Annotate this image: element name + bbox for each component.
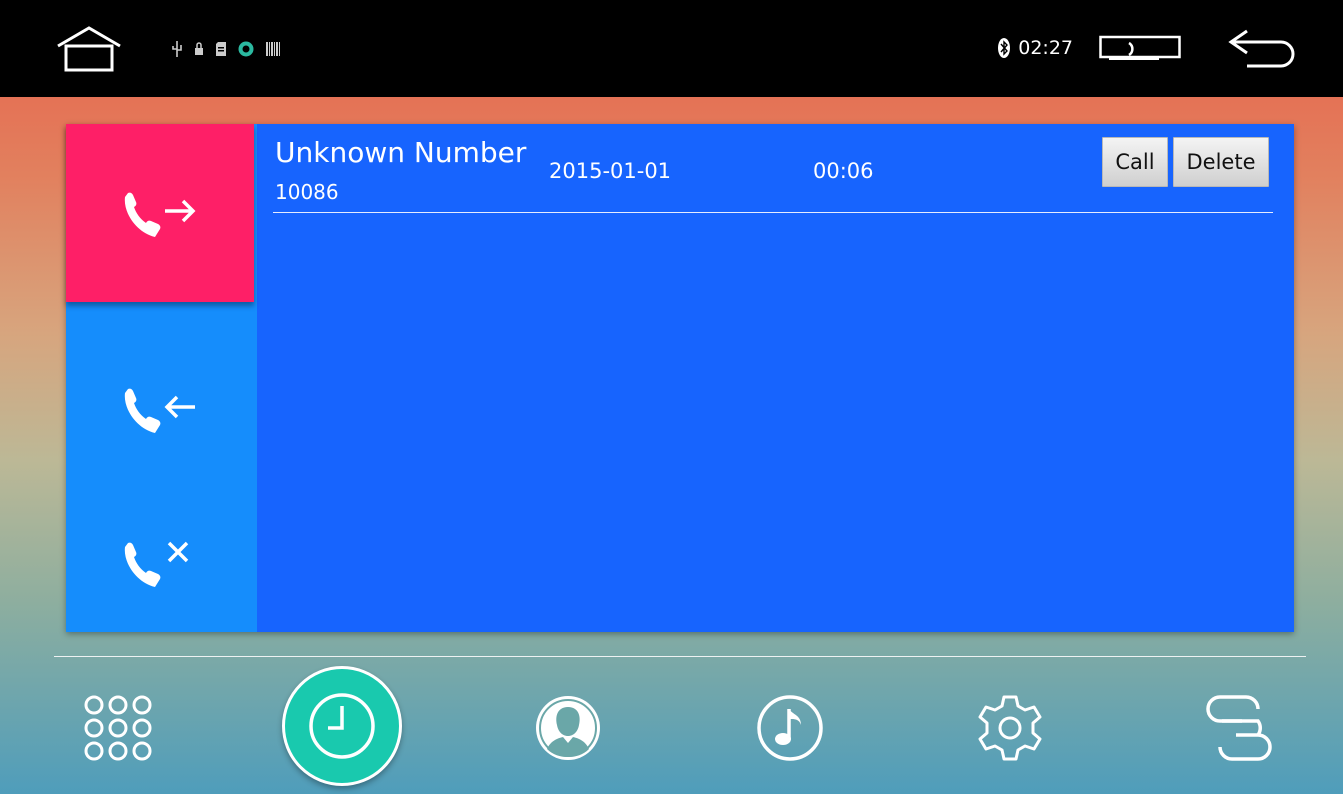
incoming-call-icon	[124, 388, 195, 433]
call-date: 2015-01-01	[549, 159, 672, 183]
tab-missed[interactable]	[66, 494, 254, 632]
outgoing-call-icon	[124, 192, 196, 237]
tab-outgoing[interactable]	[66, 124, 254, 302]
notification-icons	[172, 38, 280, 60]
contact-icon	[536, 696, 600, 760]
caller-name: Unknown Number	[275, 136, 527, 169]
usb-icon	[172, 41, 182, 57]
link-icon	[1206, 695, 1272, 761]
sd-card-icon	[216, 42, 226, 56]
music-note-icon	[757, 695, 823, 761]
delete-button[interactable]: Delete	[1173, 137, 1269, 187]
bluetooth-icon	[998, 38, 1011, 58]
tab-incoming[interactable]	[66, 324, 254, 494]
nav-music[interactable]	[730, 668, 850, 788]
nav-recent[interactable]	[282, 666, 402, 786]
call-log-panel: Unknown Number 10086 2015-01-01 00:06 Ca…	[66, 124, 1294, 632]
clock-icon	[309, 693, 375, 759]
caller-number: 10086	[275, 180, 339, 204]
lock-icon	[195, 42, 203, 55]
home-icon[interactable]	[54, 24, 124, 74]
table-row[interactable]: Unknown Number 10086 2015-01-01 00:06 Ca…	[273, 134, 1273, 213]
nav-settings[interactable]	[950, 668, 1070, 788]
call-duration: 00:06	[813, 159, 874, 183]
dialpad-icon	[84, 695, 152, 761]
call-button[interactable]: Call	[1102, 137, 1168, 187]
nav-dialpad[interactable]	[58, 668, 178, 788]
android-icon	[238, 41, 254, 57]
call-type-tabs	[66, 124, 257, 632]
nav-link[interactable]	[1180, 668, 1300, 788]
status-right: 02:27	[998, 20, 1303, 76]
missed-call-icon	[124, 541, 189, 587]
screen-icon[interactable]	[1099, 33, 1181, 63]
status-bar: 02:27	[0, 0, 1343, 97]
gear-icon	[978, 695, 1042, 761]
back-arrow-icon[interactable]	[1225, 25, 1303, 71]
nav-contacts[interactable]	[508, 668, 628, 788]
clock-time: 02:27	[1018, 37, 1073, 59]
barcode-icon	[266, 42, 280, 56]
nav-divider	[54, 656, 1306, 657]
